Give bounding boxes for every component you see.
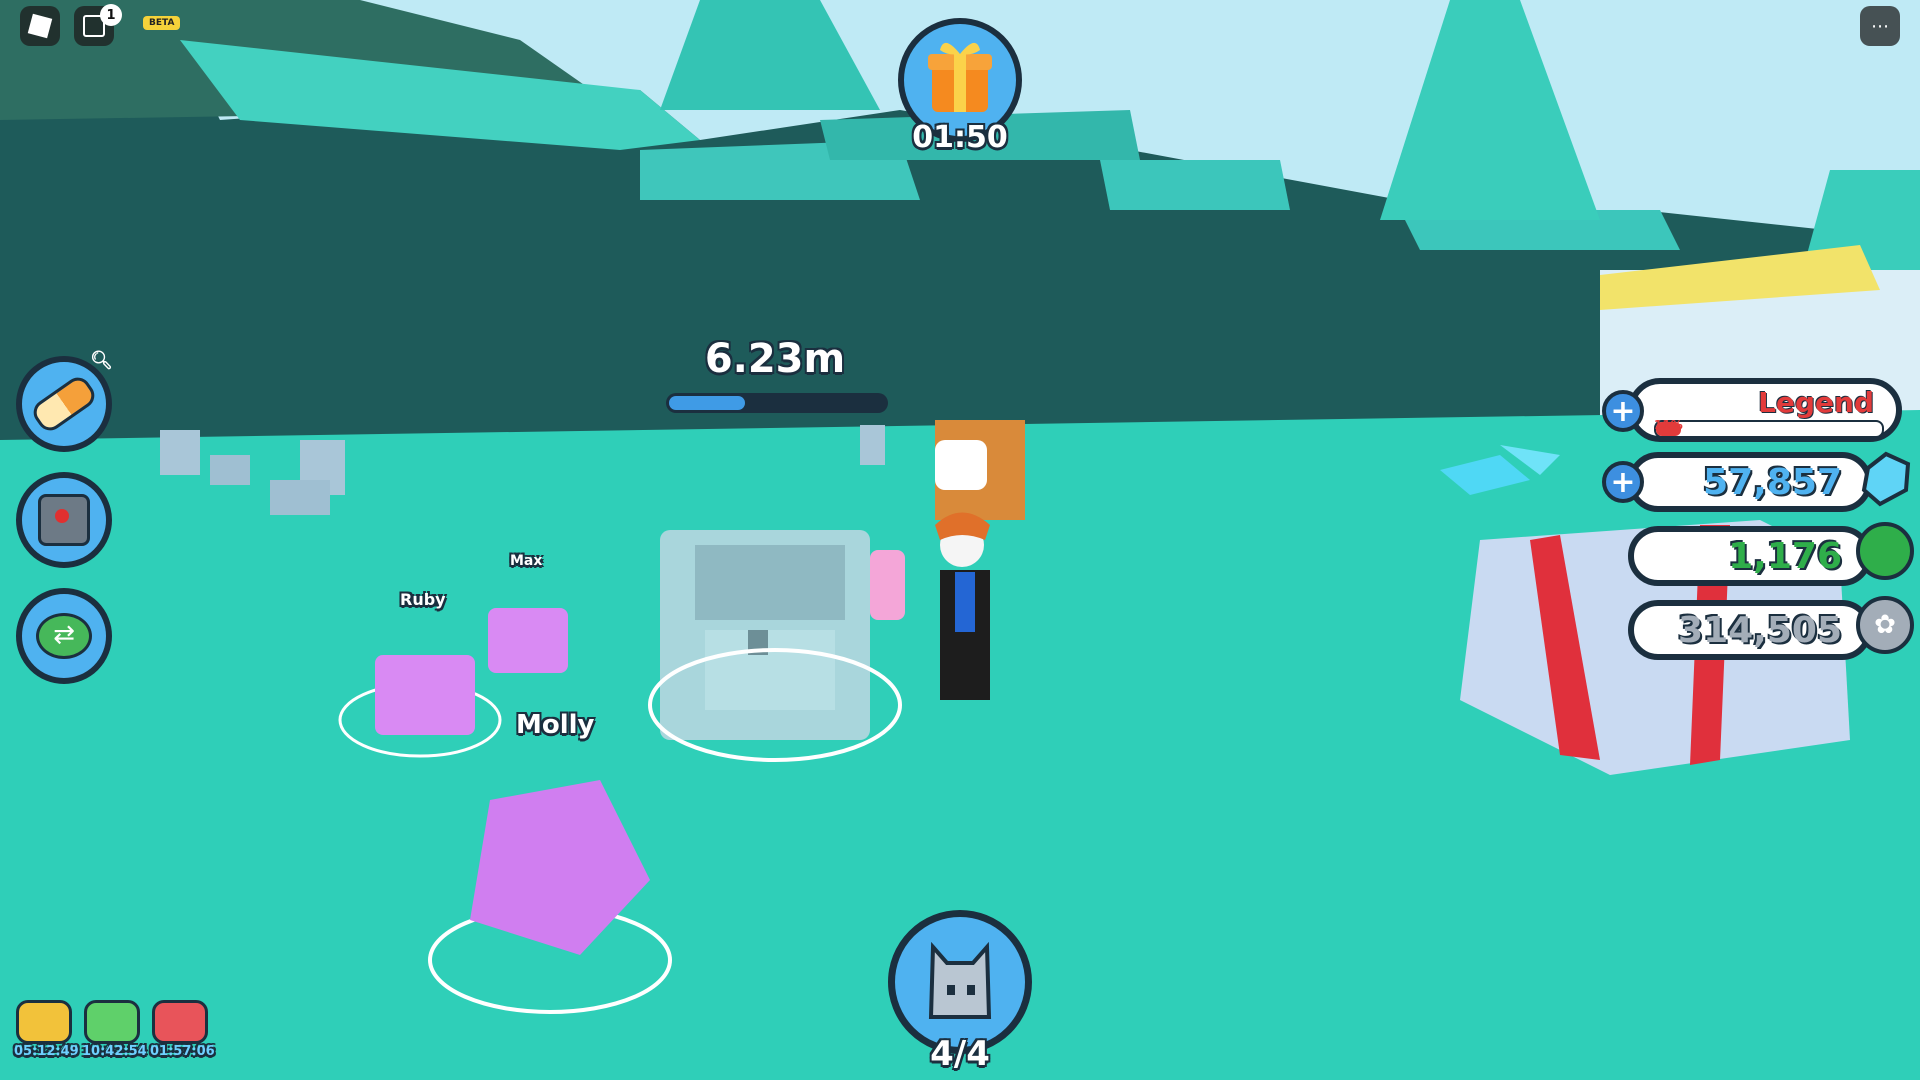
breakable-health-bar bbox=[666, 393, 888, 413]
rank-progress-bar bbox=[1654, 420, 1884, 438]
chat-notification-badge: 1 bbox=[100, 4, 122, 26]
boost-timer: 05:12:49 bbox=[14, 1044, 79, 1059]
paw-value: 314,505 bbox=[1678, 610, 1842, 651]
equipped-count: 4/4 bbox=[930, 1034, 990, 1074]
boost-timer: 10:42:54 bbox=[82, 1044, 147, 1059]
coins-value: 1,176 bbox=[1728, 536, 1842, 577]
luck-boost-icon bbox=[84, 1000, 140, 1044]
rank-panel: Legend 11% bbox=[1628, 378, 1902, 442]
diamonds-value: 57,857 bbox=[1703, 462, 1842, 503]
trade-button[interactable]: ⇄ bbox=[16, 588, 112, 684]
diamonds-plus-button[interactable]: + bbox=[1602, 461, 1644, 503]
boost-timer: 01:57:06 bbox=[150, 1044, 215, 1059]
gift-timer: 01:50 bbox=[912, 120, 1008, 155]
search-icon: 🔍︎ bbox=[90, 350, 113, 371]
coin-icon bbox=[1856, 522, 1914, 580]
roblox-logo-icon bbox=[27, 13, 53, 39]
paw-panel: 314,505 bbox=[1628, 600, 1872, 660]
breakable-distance-label: 6.23m bbox=[704, 336, 846, 382]
diamonds-panel: 57,857 bbox=[1628, 452, 1872, 512]
pet-name-label: Max bbox=[510, 553, 543, 569]
boost-item[interactable]: 01:57:06 bbox=[150, 1000, 215, 1059]
rank-label: Legend bbox=[1758, 386, 1874, 419]
trade-arrows-icon: ⇄ bbox=[36, 613, 92, 659]
damage-boost-icon bbox=[152, 1000, 208, 1044]
auto-farm-button[interactable] bbox=[16, 472, 112, 568]
pet-name-label: Ruby bbox=[400, 590, 446, 609]
boost-item[interactable]: 05:12:49 bbox=[14, 1000, 79, 1059]
roblox-menu-button[interactable] bbox=[20, 6, 60, 46]
rank-percent-label: 11% bbox=[1654, 418, 1683, 432]
diamond-icon bbox=[1858, 450, 1916, 512]
more-options-button[interactable]: ⋯ bbox=[1860, 6, 1900, 46]
ellipsis-icon: ⋯ bbox=[1871, 15, 1889, 37]
cat-pet-icon bbox=[928, 941, 992, 1019]
beta-label: BETA bbox=[143, 16, 181, 30]
paw-icon: ✿ bbox=[1856, 596, 1914, 654]
rank-plus-button[interactable]: + bbox=[1602, 390, 1644, 432]
boost-item[interactable]: 10:42:54 bbox=[82, 1000, 147, 1059]
coin-boost-icon bbox=[16, 1000, 72, 1044]
pet-name-label: Molly bbox=[516, 710, 595, 740]
breakable-health-fill bbox=[669, 396, 745, 410]
pill-icon bbox=[28, 372, 100, 436]
pets-inventory-button[interactable] bbox=[888, 910, 1032, 1054]
coins-panel: 1,176 bbox=[1628, 526, 1872, 586]
joystick-icon bbox=[38, 494, 90, 546]
